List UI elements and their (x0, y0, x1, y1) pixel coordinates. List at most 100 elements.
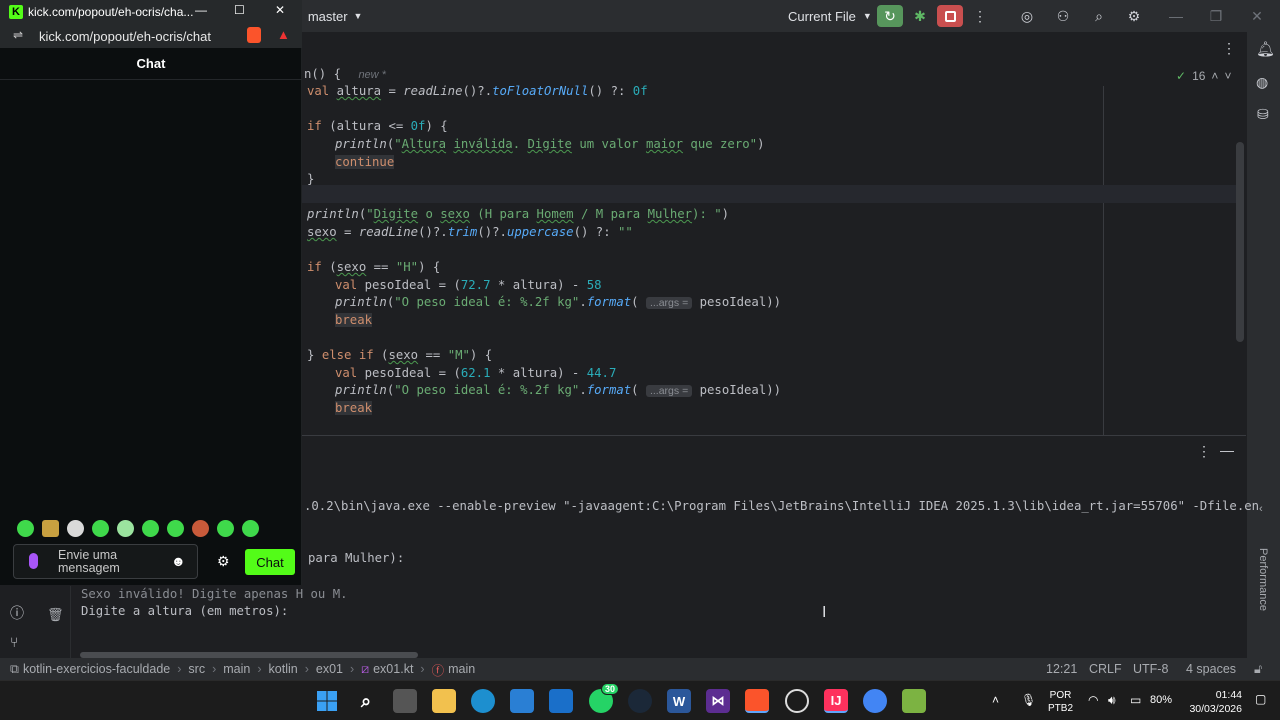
minimize-icon[interactable]: — (195, 3, 207, 17)
emoji-picker-icon[interactable]: ☻ (171, 553, 186, 569)
code-line: val pesoIdeal = (72.7 * altura) - 58 (335, 278, 602, 292)
ai-chat-icon[interactable]: ◍ (1256, 74, 1268, 91)
volume-icon[interactable]: 🔊︎ (1108, 693, 1116, 708)
performance-chevron-icon[interactable]: ‹ (1259, 503, 1263, 515)
right-margin-guide (1103, 86, 1104, 435)
search-icon[interactable]: ⌕ (354, 689, 378, 713)
notification-center-icon[interactable]: ▢ (1255, 692, 1266, 706)
more-actions-icon[interactable]: ⋮ (968, 5, 992, 27)
run-options-icon[interactable]: ⋮ (1197, 443, 1211, 460)
search-icon[interactable]: ⌕ (1087, 5, 1111, 27)
obs-icon[interactable] (785, 689, 809, 713)
code-line: if (sexo == "H") { (307, 260, 441, 274)
show-hidden-icons-icon[interactable]: ˄ (992, 693, 999, 707)
indent-setting[interactable]: 4 spaces (1186, 662, 1236, 676)
language-indicator[interactable]: POR PTB2 (1048, 689, 1073, 715)
emote-icon[interactable] (217, 520, 234, 537)
windows-start-icon[interactable] (315, 689, 339, 713)
text-cursor-icon: I (822, 604, 827, 621)
emote-icon[interactable] (42, 520, 59, 537)
git-icon[interactable]: ⑂ (10, 634, 18, 650)
microphone-tray-icon[interactable]: 🎙︎ (1021, 693, 1036, 707)
close-window-icon[interactable]: ✕ (1245, 5, 1269, 27)
chat-send-button[interactable]: Chat (245, 549, 295, 575)
database-icon[interactable]: ⛁ (1257, 106, 1269, 123)
editor-scrollbar[interactable] (1236, 142, 1244, 342)
task-view-icon[interactable] (393, 689, 417, 713)
breadcrumb-kotlin[interactable]: kotlin (269, 662, 298, 676)
brave-browser-icon[interactable] (745, 689, 769, 713)
emote-icon[interactable] (92, 520, 109, 537)
chevron-up-icon[interactable]: ˄ (1211, 69, 1218, 83)
breadcrumb-src[interactable]: src (188, 662, 205, 676)
code-line: sexo = readLine()?.trim()?.uppercase() ?… (307, 225, 633, 239)
breadcrumb-file[interactable]: ex01.kt (373, 662, 413, 676)
file-explorer-icon[interactable] (432, 689, 456, 713)
maximize-icon[interactable]: ☐ (234, 3, 245, 17)
brave-rewards-icon[interactable]: ▲ (277, 27, 290, 42)
debug-icon[interactable]: ✱ (908, 5, 932, 27)
chat-placeholder: Envie uma mensagem (58, 548, 120, 575)
line-separator[interactable]: CRLF (1089, 662, 1122, 676)
breadcrumb-main[interactable]: main (223, 662, 250, 676)
microsoft-store-icon[interactable] (510, 689, 534, 713)
emote-icon[interactable] (192, 520, 209, 537)
site-settings-icon[interactable]: ⇌ (13, 28, 23, 42)
kick-chat-popout-window: K kick.com/popout/eh-ocris/cha... — ☐ ✕ … (0, 0, 302, 585)
chat-message-input[interactable]: Envie uma mensagem ☻ (13, 544, 198, 579)
chevron-down-icon[interactable]: ˅ (1224, 69, 1231, 83)
emote-icon[interactable] (117, 520, 134, 537)
chat-header: Chat (0, 48, 302, 80)
add-user-icon[interactable]: ⚇ (1051, 5, 1075, 27)
chat-settings-icon[interactable]: ⚙ (217, 553, 230, 570)
visual-studio-icon[interactable]: ⋈ (706, 689, 730, 713)
chrome-icon[interactable] (863, 689, 887, 713)
caret-position[interactable]: 12:21 (1046, 662, 1077, 676)
performance-tab[interactable]: Performance (1257, 548, 1269, 611)
run-config-selector[interactable]: Current File ▼ (788, 0, 872, 32)
restore-window-icon[interactable]: ❐ (1204, 5, 1228, 27)
minimize-panel-icon[interactable]: — (1220, 442, 1234, 458)
battery-percent: 80% (1150, 694, 1173, 706)
emote-icon[interactable] (17, 520, 34, 537)
breadcrumb-project[interactable]: kotlin-exercicios-faculdade (23, 662, 170, 676)
branch-selector[interactable]: ⑂ master ▼ (294, 0, 362, 32)
notepad-plus-icon[interactable] (902, 689, 926, 713)
minimize-window-icon[interactable]: — (1164, 5, 1188, 27)
editor-options-icon[interactable]: ⋮ (1222, 40, 1236, 57)
emote-icon[interactable] (242, 520, 259, 537)
notifications-icon[interactable]: 🔔︎ (1256, 40, 1275, 58)
settings-icon[interactable]: ⚙ (1122, 5, 1146, 27)
battery-icon[interactable]: ▭ (1130, 693, 1141, 707)
clock[interactable]: 01:44 30/03/2026 (1184, 688, 1242, 716)
ai-assistant-icon[interactable]: ◎ (1015, 5, 1039, 27)
emote-icon[interactable] (167, 520, 184, 537)
stop-button[interactable] (937, 5, 963, 27)
popout-url[interactable]: kick.com/popout/eh-ocris/chat (39, 29, 211, 44)
whatsapp-badge: 30 (601, 683, 620, 695)
whatsapp-icon[interactable]: 30 (589, 683, 620, 713)
breadcrumb-function[interactable]: main (448, 662, 475, 676)
breadcrumb-ex01[interactable]: ex01 (316, 662, 343, 676)
file-encoding[interactable]: UTF-8 (1133, 662, 1168, 676)
close-icon[interactable]: ✕ (275, 3, 285, 17)
edge-browser-icon[interactable] (471, 689, 495, 713)
problems-icon[interactable]: ⓘ (10, 603, 24, 623)
read-only-icon[interactable]: 🔓︎ (1254, 662, 1262, 677)
brave-shields-icon[interactable] (247, 27, 261, 43)
steam-icon[interactable] (628, 689, 652, 713)
intellij-idea-icon[interactable]: IJ (824, 689, 848, 713)
rerun-button[interactable]: ↻ (877, 5, 903, 27)
outlook-icon[interactable] (549, 689, 573, 713)
word-icon[interactable]: W (667, 689, 691, 713)
console-output-line: Sexo inválido! Digite apenas H ou M. (81, 587, 348, 601)
emote-icon[interactable] (67, 520, 84, 537)
microphone-icon[interactable] (29, 553, 38, 569)
clear-console-icon[interactable]: 🗑︎ (47, 607, 64, 623)
code-line: break (335, 401, 373, 415)
code-line: println("O peso ideal é: %.2f kg".format… (335, 383, 782, 397)
emote-icon[interactable] (142, 520, 159, 537)
inspections-widget[interactable]: ✓ 16 ˄ ˅ (1176, 69, 1231, 83)
function-header-fragment: n() { new * (304, 67, 386, 81)
wifi-icon[interactable]: ◠ (1088, 693, 1098, 707)
